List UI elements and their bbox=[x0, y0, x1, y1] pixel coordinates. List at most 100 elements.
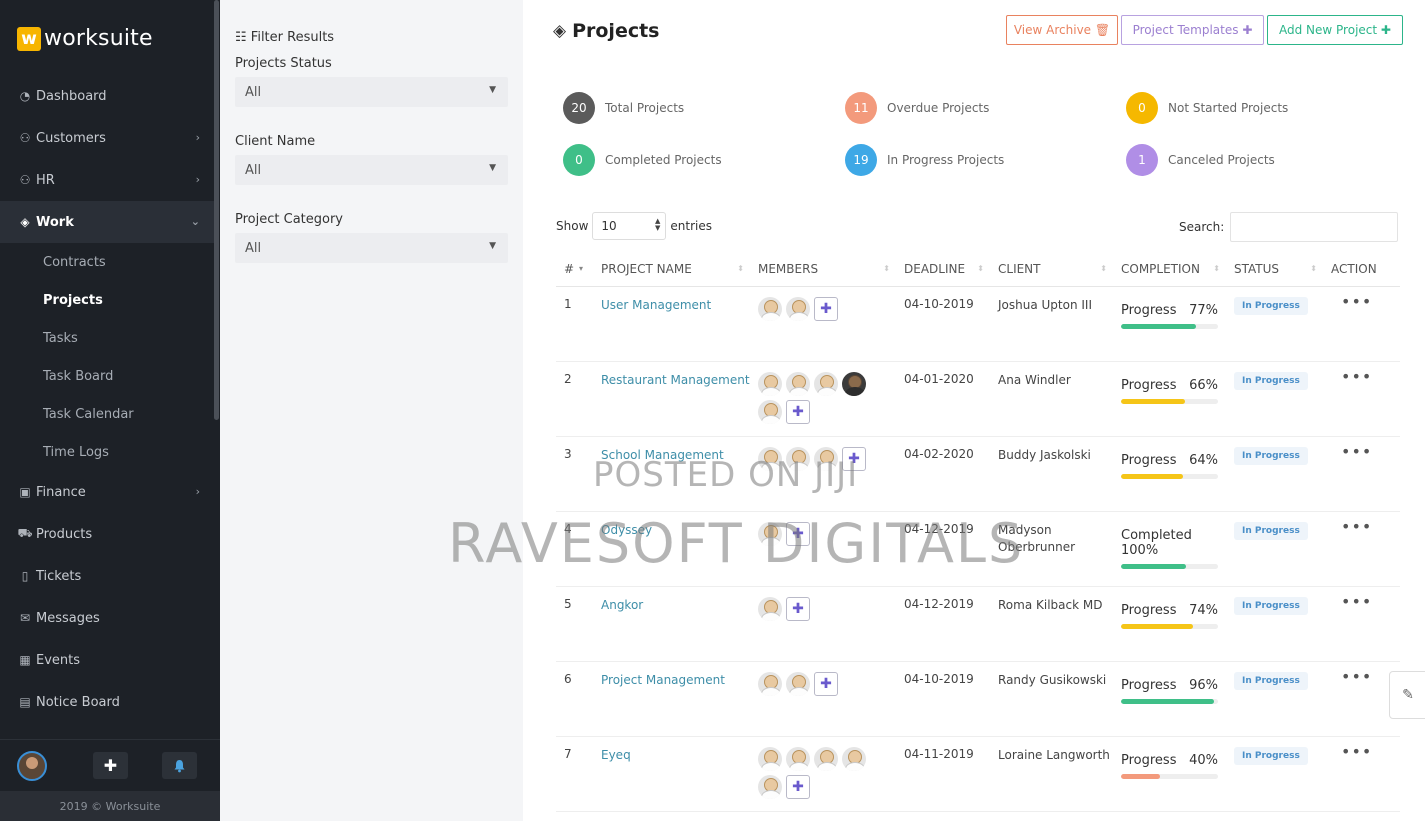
project-name-link[interactable]: Project Management bbox=[601, 672, 750, 689]
more-actions-icon[interactable]: ••• bbox=[1331, 443, 1400, 459]
chevron-right-icon: › bbox=[195, 131, 200, 144]
sidebar-item-work[interactable]: ◈ Work ⌄ bbox=[0, 201, 214, 243]
project-templates-button[interactable]: Project Templates ✚ bbox=[1121, 15, 1264, 45]
search-input[interactable] bbox=[1230, 212, 1399, 242]
member-avatar[interactable] bbox=[758, 671, 782, 696]
sidebar-item-events[interactable]: ▦ Events bbox=[0, 639, 214, 681]
column-header-label: DEADLINE bbox=[904, 262, 966, 277]
more-actions-icon[interactable]: ••• bbox=[1331, 518, 1400, 534]
client-name: Loraine Langworth bbox=[998, 747, 1110, 762]
sidebar-scrollbar[interactable] bbox=[214, 0, 219, 420]
edit-float-button[interactable]: ✎ bbox=[1389, 671, 1425, 719]
notifications-button[interactable] bbox=[162, 752, 197, 779]
more-actions-icon[interactable]: ••• bbox=[1331, 368, 1400, 384]
member-avatar[interactable] bbox=[758, 746, 782, 771]
column-header[interactable]: STATUS ⬍ bbox=[1226, 253, 1323, 287]
member-avatar[interactable] bbox=[842, 371, 866, 396]
entries-length: Show 10 ▲ ▼ entries bbox=[556, 212, 712, 240]
action-cell: ••• bbox=[1323, 436, 1400, 512]
add-member-button[interactable]: ✚ bbox=[786, 596, 810, 621]
column-header[interactable]: # ▾ bbox=[556, 253, 593, 287]
member-avatar[interactable] bbox=[758, 774, 782, 799]
sidebar-item-notice-board[interactable]: ▤ Notice Board bbox=[0, 681, 214, 723]
user-avatar[interactable] bbox=[17, 750, 47, 781]
sidebar-subitem-tasks[interactable]: Tasks bbox=[0, 319, 214, 357]
entries-label: entries bbox=[670, 219, 712, 233]
sidebar-item-hr[interactable]: ⚇ HR › bbox=[0, 159, 214, 201]
completion-cell: Progress 40% bbox=[1113, 736, 1226, 812]
member-avatar[interactable] bbox=[758, 296, 782, 321]
member-avatar[interactable] bbox=[842, 746, 866, 771]
member-avatar[interactable] bbox=[786, 671, 810, 696]
sidebar-subitem-task-board[interactable]: Task Board bbox=[0, 357, 214, 395]
project-name-link[interactable]: Restaurant Management bbox=[601, 372, 750, 389]
add-member-button[interactable]: ✚ bbox=[786, 399, 810, 424]
sidebar-item-products[interactable]: ⛟ Products bbox=[0, 513, 214, 555]
more-actions-icon[interactable]: ••• bbox=[1331, 743, 1400, 759]
progress-fill bbox=[1121, 563, 1186, 569]
deadline: 04-10-2019 bbox=[904, 671, 974, 686]
sidebar-subitem-time-logs[interactable]: Time Logs bbox=[0, 433, 214, 471]
add-member-button[interactable]: ✚ bbox=[814, 296, 838, 321]
more-actions-icon[interactable]: ••• bbox=[1331, 293, 1400, 309]
project-name-link[interactable]: Eyeq bbox=[601, 747, 750, 764]
sidebar-item-tickets[interactable]: ▯ Tickets bbox=[0, 555, 214, 597]
quick-add-button[interactable]: ✚ bbox=[93, 752, 128, 779]
row-number: 5 bbox=[564, 596, 572, 611]
add-member-button[interactable]: ✚ bbox=[786, 774, 810, 799]
sort-icon: ⬍ bbox=[1100, 264, 1107, 273]
completion: Progress 66% bbox=[1121, 378, 1218, 404]
add-member-button[interactable]: ✚ bbox=[814, 671, 838, 696]
stat-label: Canceled Projects bbox=[1168, 153, 1275, 167]
column-header[interactable]: PROJECT NAME ⬍ bbox=[593, 253, 750, 287]
completion: Progress 96% bbox=[1121, 678, 1218, 704]
completion-percent: 74% bbox=[1189, 602, 1218, 618]
brand-logo[interactable]: w worksuite bbox=[17, 26, 153, 51]
column-header[interactable]: COMPLETION ⬍ bbox=[1113, 253, 1226, 287]
filter-title-text: Filter Results bbox=[250, 30, 335, 45]
member-avatar[interactable] bbox=[786, 296, 810, 321]
project-name-link[interactable]: Angkor bbox=[601, 597, 750, 614]
completion-label: Progress bbox=[1121, 302, 1177, 318]
watermark-line2: RAVESOFT DIGITALS bbox=[448, 512, 1025, 575]
column-header[interactable]: CLIENT ⬍ bbox=[990, 253, 1113, 287]
add-new-project-button[interactable]: Add New Project ✚ bbox=[1267, 15, 1403, 45]
sliders-icon: ☷ bbox=[235, 30, 247, 45]
deadline-cell: 04-11-2019 bbox=[896, 736, 990, 812]
sidebar-item-finance[interactable]: ▣ Finance › bbox=[0, 471, 214, 513]
status-filter-select[interactable]: All ▼ bbox=[235, 77, 508, 107]
edit-icon: ✎ bbox=[1402, 687, 1414, 703]
sidebar-subitem-task-calendar[interactable]: Task Calendar bbox=[0, 395, 214, 433]
member-avatar[interactable] bbox=[814, 371, 838, 396]
sidebar-subitem-contracts[interactable]: Contracts bbox=[0, 243, 214, 281]
member-avatar[interactable] bbox=[758, 371, 782, 396]
column-header[interactable]: MEMBERS ⬍ bbox=[750, 253, 896, 287]
member-avatar[interactable] bbox=[814, 746, 838, 771]
sidebar-item-messages[interactable]: ✉ Messages bbox=[0, 597, 214, 639]
column-header[interactable]: DEADLINE ⬍ bbox=[896, 253, 990, 287]
client-filter-select[interactable]: All ▼ bbox=[235, 155, 508, 185]
filter-title: ☷ Filter Results bbox=[235, 30, 334, 45]
completion-text: Progress 40% bbox=[1121, 753, 1218, 768]
table-row: 7 Eyeq ✚ 04-11-2019 Loraine Langworth Progres… bbox=[556, 736, 1400, 812]
plus-icon: ✚ bbox=[1242, 23, 1253, 37]
stat-in-progress-projects: 19 In Progress Projects bbox=[845, 144, 1004, 176]
completion-label: Progress bbox=[1121, 752, 1177, 768]
member-avatar[interactable] bbox=[786, 371, 810, 396]
member-avatar[interactable] bbox=[786, 746, 810, 771]
sidebar-item-dashboard[interactable]: ◔ Dashboard bbox=[0, 75, 214, 117]
row-number: 6 bbox=[564, 671, 572, 686]
sidebar-subitem-projects[interactable]: Projects bbox=[0, 281, 214, 319]
category-filter-select[interactable]: All ▼ bbox=[235, 233, 508, 263]
client-cell: Buddy Jaskolski bbox=[990, 436, 1113, 512]
progress-fill bbox=[1121, 398, 1186, 404]
entries-select[interactable]: 10 ▲ ▼ bbox=[592, 212, 667, 240]
member-avatar[interactable] bbox=[758, 399, 782, 424]
main-content: ◈ Projects View Archive 🗑 Project Templa… bbox=[523, 0, 1425, 821]
member-avatar[interactable] bbox=[758, 596, 782, 621]
filter-panel: ☷ Filter Results Projects Status All ▼ Cl… bbox=[220, 0, 523, 821]
project-name-link[interactable]: User Management bbox=[601, 297, 750, 314]
more-actions-icon[interactable]: ••• bbox=[1331, 593, 1400, 609]
view-archive-button[interactable]: View Archive 🗑 bbox=[1006, 15, 1118, 45]
sidebar-item-customers[interactable]: ⚇ Customers › bbox=[0, 117, 214, 159]
